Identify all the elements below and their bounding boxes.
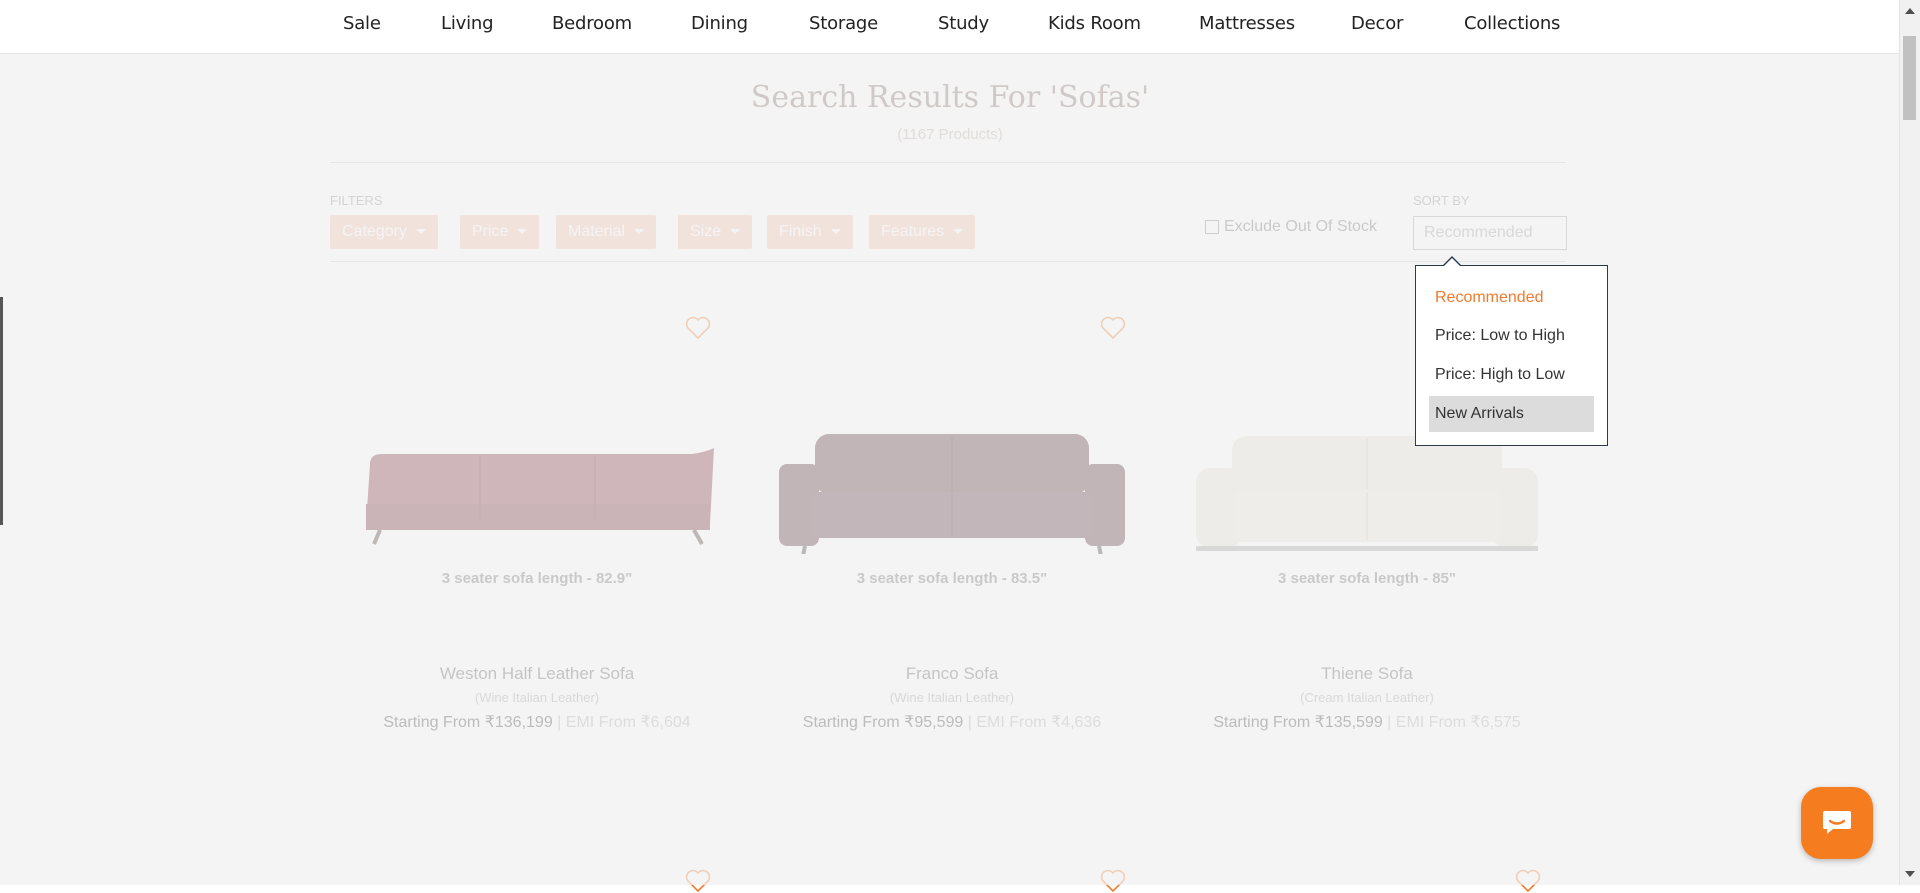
product-card[interactable]: 3 seater sofa length - 83.5" Franco Sofa… [745, 294, 1159, 754]
product-dimension: 3 seater sofa length - 85" [1277, 570, 1456, 587]
filter-label: Finish [779, 223, 822, 240]
filter-label: Category [342, 223, 407, 240]
product-name[interactable]: Franco Sofa [745, 664, 1159, 684]
nav-item-dining[interactable]: Dining [691, 13, 748, 34]
product-finish: (Wine Italian Leather) [474, 690, 600, 705]
sofa-image[interactable] [765, 394, 1139, 554]
exclude-out-of-stock[interactable]: Exclude Out Of Stock [1205, 218, 1377, 236]
divider [330, 162, 1566, 163]
chat-icon [1823, 811, 1851, 834]
nav-item-collections[interactable]: Collections [1464, 13, 1560, 34]
filter-finish[interactable]: Finish [767, 215, 853, 249]
product-card[interactable]: 3 seater sofa length - 82.9" Weston Half… [330, 294, 744, 754]
nav-item-decor[interactable]: Decor [1351, 13, 1403, 34]
sort-option-price-low-high[interactable]: Price: Low to High [1429, 318, 1594, 354]
nav-item-study[interactable]: Study [938, 13, 989, 34]
caret-down-icon [517, 229, 528, 235]
caret-down-icon [730, 229, 741, 235]
nav-item-mattresses[interactable]: Mattresses [1199, 13, 1295, 34]
heart-icon[interactable] [1100, 869, 1126, 893]
product-price: Starting From ₹136,199 | EMI From ₹6,604 [330, 712, 744, 732]
search-results-page: Search Results For 'Sofas' (1167 Product… [0, 54, 1900, 893]
product-price: Starting From ₹135,599 | EMI From ₹6,575 [1160, 712, 1574, 732]
product-finish: (Cream Italian Leather) [1300, 690, 1434, 705]
product-name[interactable]: Thiene Sofa [1160, 664, 1574, 684]
filter-material[interactable]: Material [556, 215, 656, 249]
divider [330, 261, 1566, 262]
sofa-illustration [1196, 436, 1538, 551]
filter-size[interactable]: Size [678, 215, 753, 249]
heart-icon[interactable] [1100, 316, 1126, 340]
product-dimension: 3 seater sofa length - 83.5" [856, 570, 1048, 587]
caret-down-icon [415, 229, 426, 235]
filters-label: FILTERS [330, 193, 383, 208]
sort-dropdown-menu: Recommended Price: Low to High Price: Hi… [1415, 256, 1608, 446]
nav-item-living[interactable]: Living [441, 13, 494, 34]
page-title: Search Results For 'Sofas' [750, 80, 1150, 115]
price-value: Starting From ₹136,199 [383, 714, 553, 731]
nav-item-bedroom[interactable]: Bedroom [552, 13, 632, 34]
vertical-scrollbar[interactable] [1899, 0, 1920, 885]
chat-button[interactable] [1801, 787, 1873, 859]
product-name[interactable]: Weston Half Leather Sofa [330, 664, 744, 684]
price-value: Starting From ₹95,599 [802, 714, 964, 731]
caret-down-icon [830, 229, 841, 235]
scroll-thumb[interactable] [1903, 36, 1916, 120]
emi-value: | EMI From ₹4,636 [967, 714, 1102, 731]
side-tab[interactable] [0, 297, 3, 525]
caret-down-icon [953, 229, 964, 235]
product-dimension: 3 seater sofa length - 82.9" [441, 570, 633, 587]
top-nav: Sale Living Bedroom Dining Storage Study… [0, 0, 1900, 54]
sort-option-price-high-low[interactable]: Price: High to Low [1429, 357, 1594, 393]
sofa-image[interactable] [350, 394, 724, 554]
scroll-down-icon[interactable] [1905, 871, 1915, 877]
filter-price[interactable]: Price [460, 215, 540, 249]
exclude-out-of-stock-label: Exclude Out Of Stock [1224, 218, 1377, 235]
product-count: (1167 Products) [897, 126, 1003, 143]
scroll-up-icon[interactable] [1905, 8, 1915, 14]
sofa-illustration [366, 448, 714, 545]
nav-item-sale[interactable]: Sale [343, 13, 381, 34]
sort-option-recommended[interactable]: Recommended [1429, 280, 1594, 316]
heart-icon[interactable] [1515, 869, 1541, 893]
price-value: Starting From ₹135,599 [1213, 714, 1383, 731]
heart-icon[interactable] [685, 316, 711, 340]
filter-features[interactable]: Features [869, 215, 976, 249]
filter-category[interactable]: Category [330, 215, 438, 249]
nav-item-storage[interactable]: Storage [809, 13, 878, 34]
filter-label: Material [568, 223, 625, 240]
product-price: Starting From ₹95,599 | EMI From ₹4,636 [745, 712, 1159, 732]
product-finish: (Wine Italian Leather) [889, 690, 1015, 705]
nav-item-kids-room[interactable]: Kids Room [1048, 13, 1141, 34]
heart-icon[interactable] [685, 869, 711, 893]
sort-option-new-arrivals[interactable]: New Arrivals [1429, 396, 1594, 432]
sofa-illustration [779, 434, 1125, 554]
caret-down-icon [633, 229, 644, 235]
emi-value: | EMI From ₹6,604 [557, 714, 691, 731]
checkbox[interactable] [1205, 219, 1219, 234]
sort-select[interactable]: Recommended [1413, 216, 1567, 250]
sort-label: SORT BY [1413, 193, 1470, 208]
filter-label: Features [881, 223, 945, 240]
filter-label: Price [472, 223, 509, 240]
emi-value: | EMI From ₹6,575 [1387, 714, 1521, 731]
filter-label: Size [690, 223, 722, 240]
